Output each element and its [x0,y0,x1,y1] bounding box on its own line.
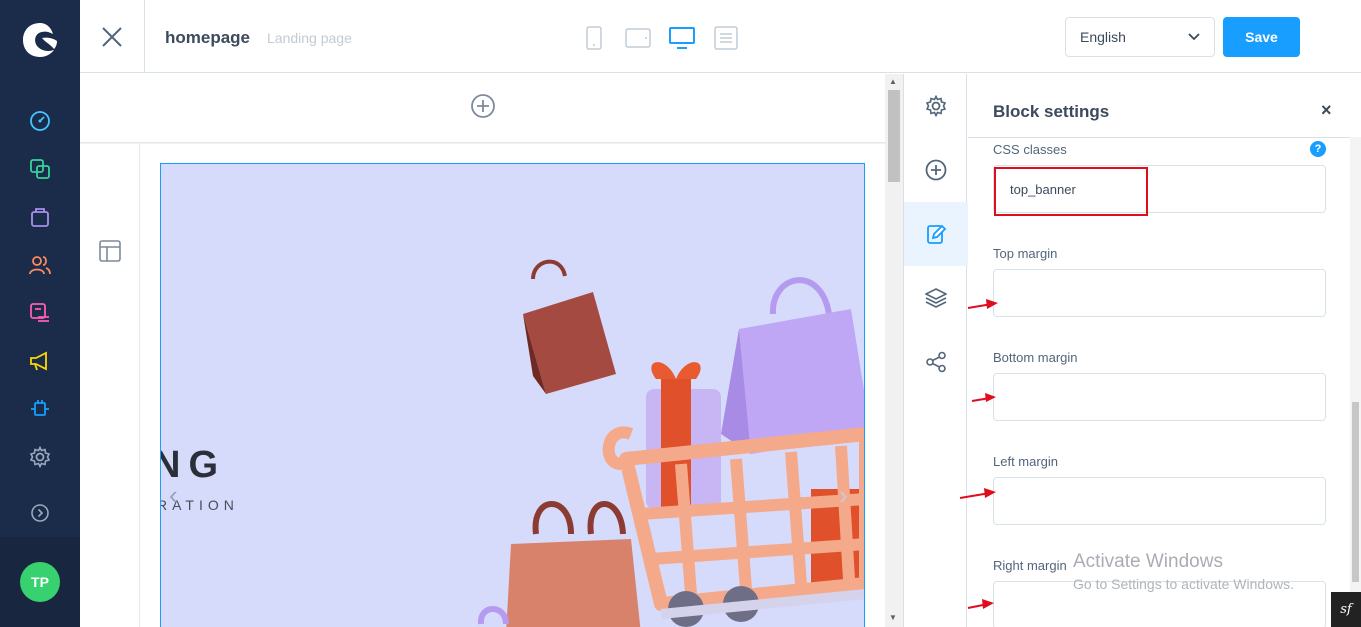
sidebar-tools [903,74,968,627]
help-icon[interactable]: ? [1310,141,1326,157]
add-section-bar [80,74,885,143]
tool-add-block[interactable] [904,138,968,202]
symfony-toolbar-icon[interactable]: sf [1331,592,1361,627]
avatar[interactable]: TP [20,562,60,602]
extensions-icon[interactable] [28,397,52,421]
scroll-down-icon[interactable]: ▼ [889,613,897,622]
catalogue-icon[interactable] [28,157,52,181]
slider-next-icon[interactable]: › [839,480,848,511]
panel-title: Block settings [993,102,1110,121]
customers-icon[interactable] [28,253,52,277]
panel-header: Block settings × [968,74,1361,138]
css-classes-label: CSS classes [993,142,1067,157]
panel-close-button[interactable]: × [1321,100,1332,121]
panel-scrollbar-thumb[interactable] [1352,402,1359,582]
edit-block-icon [927,224,947,244]
language-select[interactable]: English [1065,17,1215,57]
add-block-icon [925,159,947,181]
left-margin-label: Left margin [993,454,1059,469]
slider-prev-icon[interactable]: ‹ [169,480,178,511]
language-value: English [1080,29,1126,45]
tool-settings[interactable] [904,74,968,138]
scroll-up-icon[interactable]: ▲ [889,77,897,86]
page-subtitle: Landing page [267,30,352,46]
top-margin-field[interactable] [993,269,1326,317]
shopware-logo[interactable] [20,20,60,60]
top-margin-label: Top margin [993,246,1058,261]
annotation-arrow-icon [959,488,996,499]
top-bar: homepage Landing page English Save [80,0,1361,73]
list-view-icon[interactable] [713,25,739,51]
annotation-arrow-icon [967,299,998,309]
tool-edit-block[interactable] [904,202,968,266]
annotation-highlight-box [994,167,1148,216]
close-button[interactable] [80,0,145,73]
annotation-arrow-icon [971,393,996,402]
tool-layers[interactable] [904,266,968,330]
main-sidebar: TP [0,0,80,627]
marketing-icon[interactable] [28,349,52,373]
bottom-margin-field[interactable] [993,373,1326,421]
add-section-icon[interactable] [470,93,496,119]
activation-watermark-title: Activate Windows [1073,551,1223,572]
page-title: homepage [165,28,251,47]
content-icon[interactable] [28,301,52,325]
panel-scrollbar[interactable] [1350,137,1361,627]
tablet-icon[interactable] [625,25,651,51]
share-icon [926,351,946,373]
layout-icon[interactable] [99,240,121,262]
activation-watermark-text: Go to Settings to activate Windows. [1073,576,1294,592]
scrollbar-thumb[interactable] [888,90,900,182]
save-button[interactable]: Save [1223,17,1300,57]
left-margin-field[interactable] [993,477,1326,525]
annotation-arrow-icon [967,599,994,609]
close-icon [102,26,122,47]
orders-icon[interactable] [28,205,52,229]
chevron-down-icon [1188,33,1200,41]
block-settings-panel: Block settings × CSS classes ? top_banne… [968,74,1361,627]
layers-icon [925,288,947,308]
section-sidebar [80,144,140,627]
canvas-scrollbar[interactable]: ▲ ▼ [885,74,903,627]
expand-icon[interactable] [28,501,52,525]
settings-icon [925,95,947,117]
desktop-icon[interactable] [669,25,695,51]
mobile-icon[interactable] [581,25,607,51]
editor-canvas: NG RATION ‹ › [80,74,885,627]
settings-icon[interactable] [28,445,52,469]
banner-block[interactable]: NG RATION ‹ › [160,163,865,627]
bottom-margin-label: Bottom margin [993,350,1078,365]
shopping-illustration [477,259,864,627]
dashboard-icon[interactable] [28,109,52,133]
right-margin-label: Right margin [993,558,1067,573]
tool-share[interactable] [904,330,968,394]
